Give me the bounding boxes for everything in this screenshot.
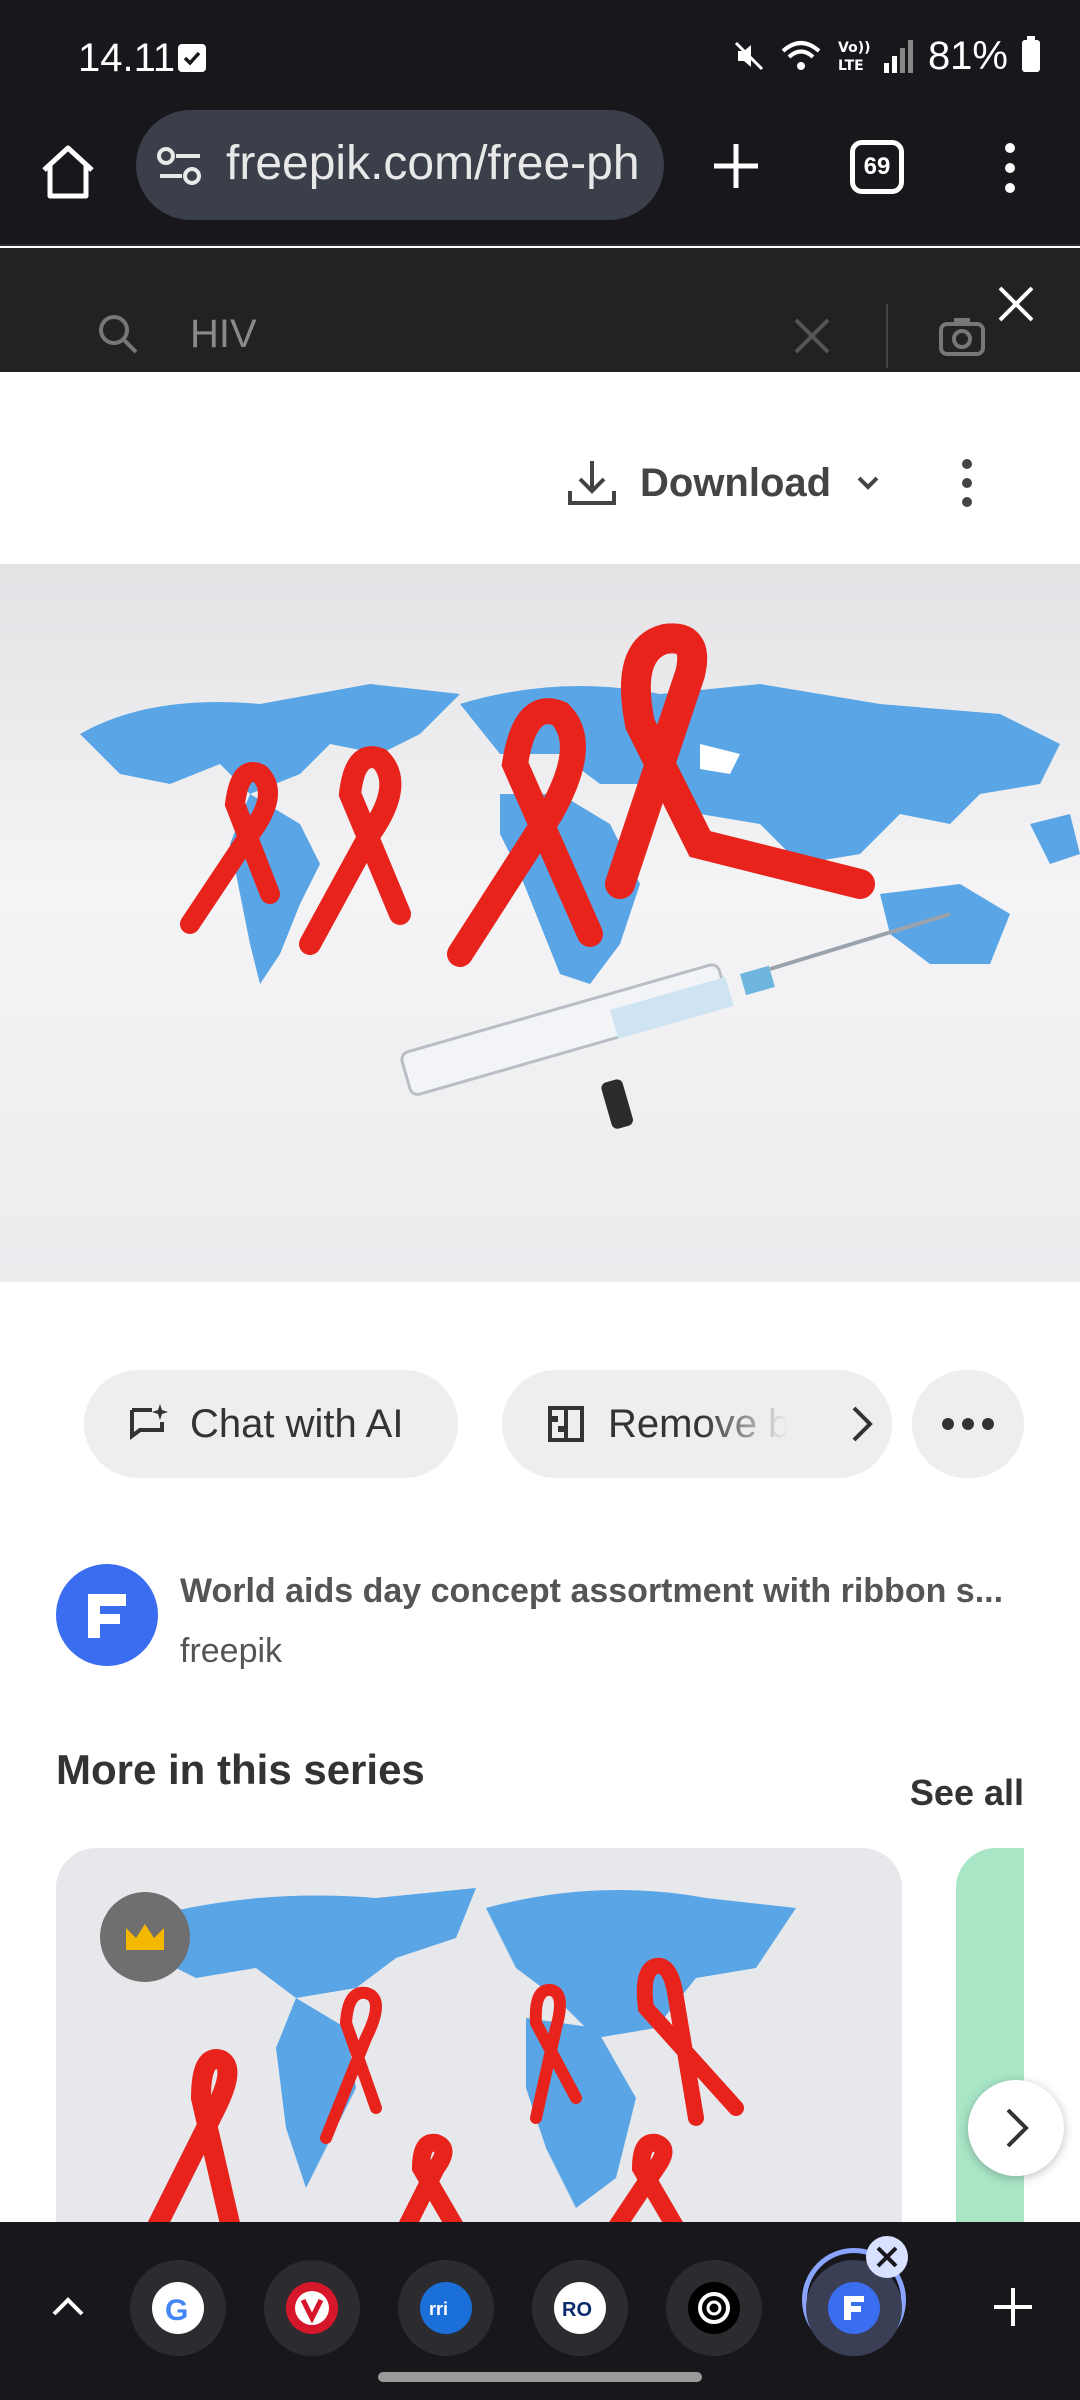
tab-rri[interactable]: rri (398, 2260, 494, 2356)
chevron-right-icon (1006, 2108, 1029, 2148)
chevron-right-icon[interactable] (840, 1402, 884, 1446)
url-bar[interactable]: freepik.com/free-ph (136, 110, 664, 220)
search-input[interactable]: HIV (190, 312, 257, 357)
world-map-ribbons-syringe-image (80, 623, 1080, 1129)
browser-toolbar: freepik.com/free-ph 69 (0, 110, 1080, 246)
tab-google[interactable]: G (130, 2260, 226, 2356)
ai-chat-icon (130, 1404, 168, 1440)
search-icon (99, 315, 138, 354)
download-label: Download (640, 460, 832, 505)
search-strip: HIV (0, 248, 1080, 372)
google-icon: G (152, 2282, 204, 2334)
close-icon[interactable] (994, 282, 1038, 326)
image-more-icon[interactable] (950, 456, 984, 510)
carousel-next-button[interactable] (968, 2080, 1064, 2176)
crown-icon (126, 1924, 164, 1950)
download-button[interactable]: Download (566, 448, 883, 518)
battery-icon (1022, 36, 1040, 72)
svg-text:RO: RO (562, 2299, 592, 2321)
volte-icon: Vo)) LTE (838, 40, 870, 74)
freepik-tab-icon (828, 2282, 880, 2334)
tab-vivaldi[interactable] (264, 2260, 360, 2356)
series-card[interactable] (56, 1848, 902, 2228)
home-icon[interactable] (36, 140, 100, 204)
more-actions-button[interactable] (912, 1370, 1024, 1478)
signal-icon (883, 40, 913, 73)
chatgpt-icon (688, 2282, 740, 2334)
add-tab-plus-icon[interactable] (990, 2284, 1036, 2330)
ro-icon: RO (554, 2282, 606, 2334)
vivaldi-icon (286, 2282, 338, 2334)
freepik-logo-icon (88, 1594, 126, 1638)
svg-text:rri: rri (429, 2299, 448, 2319)
tab-chatgpt[interactable] (666, 2260, 762, 2356)
freepik-avatar[interactable] (56, 1564, 158, 1666)
remove-background-button[interactable]: Remove ba (502, 1370, 892, 1478)
image-title: World aids day concept assortment with r… (180, 1572, 1004, 1610)
author-name[interactable]: freepik (180, 1632, 282, 1671)
url-text[interactable]: freepik.com/free-ph (226, 136, 646, 191)
clear-icon[interactable] (790, 314, 834, 358)
close-tab-icon[interactable] (866, 2236, 908, 2278)
chat-with-ai-label: Chat with AI (190, 1401, 404, 1446)
tune-icon[interactable] (156, 146, 204, 186)
tab-switcher-button[interactable]: 69 (850, 140, 904, 194)
new-tab-plus-icon[interactable] (706, 136, 766, 196)
camera-icon[interactable] (938, 314, 986, 358)
see-all-link[interactable]: See all (910, 1772, 1024, 1814)
status-icons: Vo)) LTE 81% (732, 34, 1040, 78)
series-heading: More in this series (56, 1746, 425, 1793)
chevron-up-icon[interactable] (46, 2284, 90, 2328)
svg-text:G: G (165, 2294, 188, 2327)
premium-badge (100, 1892, 190, 1982)
status-bar: 14.11 Vo)) LTE 81% (0, 0, 1080, 110)
search-divider (886, 304, 888, 368)
remove-bg-icon (548, 1406, 584, 1442)
rri-icon: rri (420, 2282, 472, 2334)
syringe-shape (400, 912, 951, 1129)
check-icon (178, 44, 206, 72)
svg-text:LTE: LTE (838, 58, 864, 74)
svg-text:Vo)): Vo)) (838, 40, 870, 56)
chevron-down-icon (857, 476, 879, 490)
more-horiz-icon (942, 1418, 994, 1430)
main-photo[interactable] (0, 564, 1080, 1282)
chat-with-ai-button[interactable]: Chat with AI (84, 1370, 458, 1478)
download-icon (568, 461, 616, 505)
status-time: 14.11 (78, 36, 176, 80)
home-indicator[interactable] (378, 2372, 702, 2382)
more-vert-icon[interactable] (990, 138, 1030, 198)
battery-percent: 81% (927, 33, 1008, 78)
wifi-icon (781, 41, 821, 70)
tab-ro[interactable]: RO (532, 2260, 628, 2356)
mute-icon (734, 41, 763, 71)
